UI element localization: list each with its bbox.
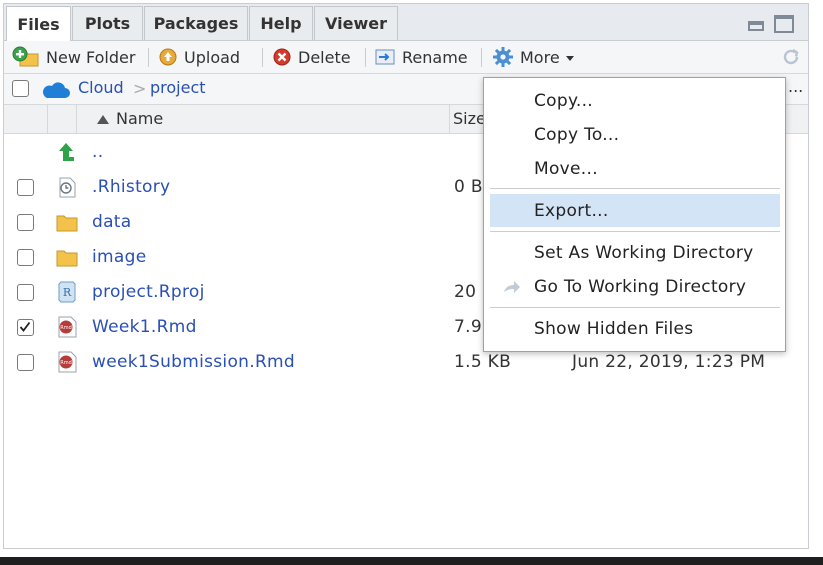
- file-name[interactable]: ..: [92, 142, 103, 162]
- file-name[interactable]: image: [92, 247, 146, 267]
- row-checkbox[interactable]: [17, 284, 34, 301]
- tab-files[interactable]: Files: [6, 6, 71, 41]
- file-modified: Jun 22, 2019, 1:23 PM: [572, 352, 766, 372]
- file-name[interactable]: week1Submission.Rmd: [92, 352, 295, 372]
- cloud-icon: [43, 82, 70, 98]
- toolbar-divider: [365, 48, 366, 67]
- rename-icon: [375, 49, 395, 65]
- svg-text:R: R: [63, 286, 72, 299]
- files-toolbar: New Folder Upload Delete Rename More: [4, 41, 808, 74]
- path-overflow-button[interactable]: ...: [788, 77, 803, 96]
- menu-item-label: Move...: [534, 158, 598, 179]
- file-size: 1.5 KB: [454, 352, 512, 372]
- icon-column-header: [48, 105, 77, 133]
- checkbox-column-header: [4, 105, 48, 133]
- rename-label: Rename: [402, 47, 468, 67]
- row-checkbox-checked[interactable]: [17, 319, 34, 336]
- menu-item-label: Show Hidden Files: [534, 318, 694, 339]
- new-folder-icon: [12, 46, 39, 67]
- minimize-icon[interactable]: [748, 21, 764, 31]
- svg-text:Rmd: Rmd: [60, 360, 72, 366]
- size-column-label: Size: [453, 109, 486, 128]
- tab-packages[interactable]: Packages: [144, 6, 248, 40]
- refresh-icon: [783, 48, 799, 65]
- files-pane: Files Plots Packages Help Viewer New Fol…: [3, 3, 809, 549]
- breadcrumb-separator: >: [133, 79, 147, 98]
- file-size: 7.9: [454, 317, 482, 337]
- menu-item-copy[interactable]: Copy...: [490, 84, 780, 117]
- row-checkbox[interactable]: [17, 249, 34, 266]
- delete-label: Delete: [298, 47, 351, 67]
- row-checkbox[interactable]: [17, 354, 34, 371]
- file-name[interactable]: Week1.Rmd: [92, 317, 197, 337]
- rename-button[interactable]: Rename: [374, 41, 468, 73]
- upload-icon: [159, 48, 177, 66]
- rmd-file-icon: Rmd: [58, 316, 77, 338]
- menu-divider: [490, 188, 780, 189]
- menu-item-copy-to[interactable]: Copy To...: [490, 118, 780, 151]
- tab-help[interactable]: Help: [249, 6, 313, 40]
- file-size: 0 B: [454, 177, 483, 197]
- refresh-button[interactable]: [780, 41, 802, 73]
- more-label: More: [520, 47, 560, 67]
- file-name[interactable]: data: [92, 212, 132, 232]
- new-folder-label: New Folder: [46, 47, 136, 67]
- menu-divider: [490, 307, 780, 308]
- history-file-icon: [59, 177, 76, 198]
- upload-label: Upload: [184, 47, 241, 67]
- delete-icon: [273, 48, 291, 66]
- file-name[interactable]: .Rhistory: [92, 177, 170, 197]
- tab-bar: Files Plots Packages Help Viewer: [4, 4, 808, 41]
- toolbar-divider: [481, 48, 482, 67]
- up-arrow-icon[interactable]: [56, 141, 78, 163]
- menu-item-export[interactable]: Export...: [490, 194, 780, 227]
- menu-item-move[interactable]: Move...: [490, 152, 780, 185]
- more-dropdown-menu: Copy... Copy To... Move... Export... Set…: [483, 77, 786, 352]
- file-name[interactable]: project.Rproj: [92, 282, 205, 302]
- toolbar-divider: [262, 48, 263, 67]
- rproj-file-icon: R: [58, 281, 76, 303]
- sort-ascending-icon: [97, 115, 109, 124]
- checkmark-icon: [19, 321, 31, 332]
- more-button[interactable]: More: [492, 41, 574, 73]
- bottom-bar: [0, 557, 823, 565]
- menu-item-label: Export...: [534, 200, 609, 221]
- row-checkbox[interactable]: [17, 179, 34, 196]
- tab-plots[interactable]: Plots: [72, 6, 143, 40]
- breadcrumb-cloud[interactable]: Cloud: [78, 78, 124, 97]
- chevron-down-icon: [565, 56, 574, 61]
- folder-icon: [56, 215, 78, 232]
- menu-item-label: Go To Working Directory: [534, 276, 747, 297]
- delete-button[interactable]: Delete: [272, 41, 351, 73]
- upload-button[interactable]: Upload: [158, 41, 240, 73]
- menu-divider: [490, 231, 780, 232]
- select-all-checkbox[interactable]: [12, 80, 29, 97]
- folder-icon: [56, 250, 78, 267]
- menu-item-set-working-directory[interactable]: Set As Working Directory: [490, 236, 780, 269]
- file-size: 20: [454, 282, 477, 302]
- name-column-label: Name: [116, 109, 164, 128]
- gear-icon: [493, 47, 513, 67]
- menu-item-go-to-working-directory[interactable]: Go To Working Directory: [490, 270, 780, 303]
- maximize-icon[interactable]: [774, 15, 794, 33]
- breadcrumb-project[interactable]: project: [150, 78, 206, 97]
- row-checkbox[interactable]: [17, 214, 34, 231]
- menu-item-show-hidden-files[interactable]: Show Hidden Files: [490, 312, 780, 345]
- rmd-file-icon: Rmd: [58, 351, 77, 373]
- menu-item-label: Set As Working Directory: [534, 242, 754, 263]
- forward-arrow-icon: [504, 281, 520, 293]
- svg-text:Rmd: Rmd: [60, 325, 72, 331]
- toolbar-divider: [148, 48, 149, 67]
- menu-item-label: Copy To...: [534, 124, 620, 145]
- name-column-header[interactable]: Name: [77, 105, 450, 133]
- menu-item-label: Copy...: [534, 90, 594, 111]
- new-folder-button[interactable]: New Folder: [12, 41, 135, 73]
- tab-viewer[interactable]: Viewer: [314, 6, 398, 40]
